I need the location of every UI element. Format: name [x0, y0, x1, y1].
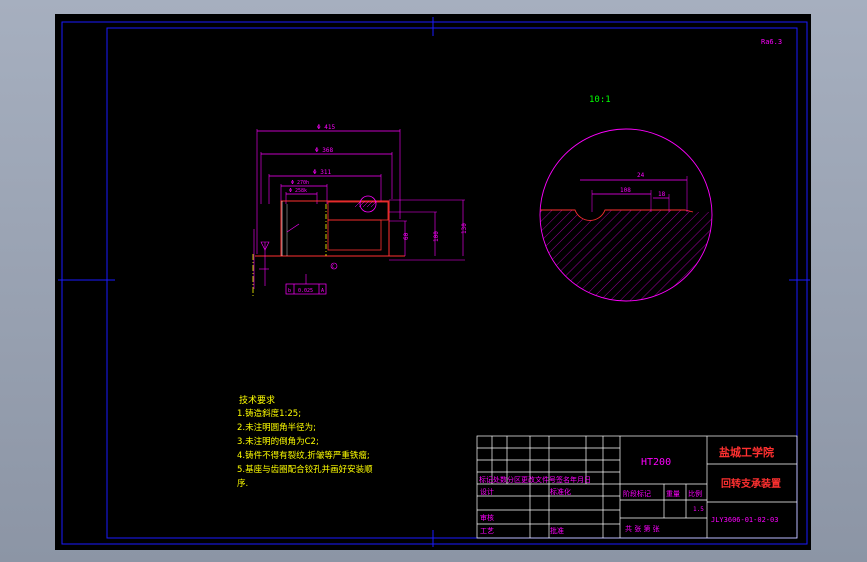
- note-line-2: 2.未注明圆角半径为;: [237, 422, 316, 433]
- notes-heading: 技术要求: [239, 394, 275, 406]
- detail-scale-label: 10:1: [589, 95, 611, 105]
- title-block-text: HT200 盐城工学院 回转支承装置 JLY3606-01-02-03 标记处数…: [479, 445, 781, 535]
- note-line-5: 5.基座与齿圈配合铰孔并画好安装顺: [237, 464, 373, 475]
- weight-label: 重量: [666, 490, 680, 498]
- tol-datum: A: [321, 288, 324, 294]
- stage-label: 阶段标记: [623, 489, 651, 498]
- tol-value: 0.025: [298, 288, 313, 294]
- technical-notes: 技术要求 1.铸造斜度1:25; 2.未注明圆角半径为; 3.未注明的倒角为C2…: [237, 394, 373, 489]
- dim-d5: Φ 258k: [289, 188, 307, 194]
- drawing-number: JLY3606-01-02-03: [711, 516, 778, 524]
- revision-header: 标记处数分区更改文件号签名年月日: [479, 475, 591, 484]
- note-line-6: 序.: [237, 478, 248, 489]
- drawing-frame: [106, 27, 798, 539]
- dim-h2: 100: [433, 231, 440, 242]
- balloon-c: C: [332, 264, 335, 269]
- detail-dim-w1: 24: [637, 172, 645, 179]
- drawing-canvas: Ra6.3 Φ 415 Φ 368 Φ 311 Φ 270h Φ 258k 60…: [58, 17, 810, 547]
- note-line-1: 1.铸造斜度1:25;: [237, 408, 301, 419]
- approve-label: 批准: [550, 526, 564, 535]
- standard-label: 标准化: [550, 487, 571, 496]
- dim-d3: Φ 311: [313, 169, 331, 176]
- dim-d4: Φ 270h: [291, 180, 309, 186]
- dim-h3: 60: [403, 232, 410, 240]
- review-label: 审核: [480, 513, 494, 522]
- dim-h1: 130: [461, 223, 468, 234]
- note-line-4: 4.铸件不得有裂纹,折皱等严重铁瘤;: [237, 450, 370, 461]
- detail-dim-w3: 18: [658, 191, 666, 198]
- designer-label: 设计: [480, 487, 494, 496]
- note-line-3: 3.未注明的倒角为C2;: [237, 436, 319, 447]
- school-name: 盐城工学院: [719, 445, 774, 459]
- cad-viewport[interactable]: Ra6.3 Φ 415 Φ 368 Φ 311 Φ 270h Φ 258k 60…: [55, 14, 811, 550]
- part-name: 回转支承装置: [721, 477, 781, 490]
- detail-view: 10:1 24 108 18: [539, 95, 713, 302]
- sheet-outer-border: [61, 21, 808, 545]
- material-label: HT200: [641, 457, 671, 468]
- sheets-label: 共 张 第 张: [625, 524, 660, 533]
- svg-text:b: b: [288, 288, 291, 294]
- ratio-label: 比例: [688, 489, 702, 498]
- dim-d1: Φ 415: [317, 124, 335, 131]
- section-view: Φ 415 Φ 368 Φ 311 Φ 270h Φ 258k 60 100 1…: [252, 124, 468, 296]
- roughness-label: Ra6.3: [761, 38, 782, 46]
- detail-dim-w2: 108: [620, 187, 631, 194]
- scale-value: 1.5: [693, 506, 704, 513]
- dim-d2: Φ 368: [315, 147, 333, 154]
- process-label: 工艺: [480, 527, 494, 535]
